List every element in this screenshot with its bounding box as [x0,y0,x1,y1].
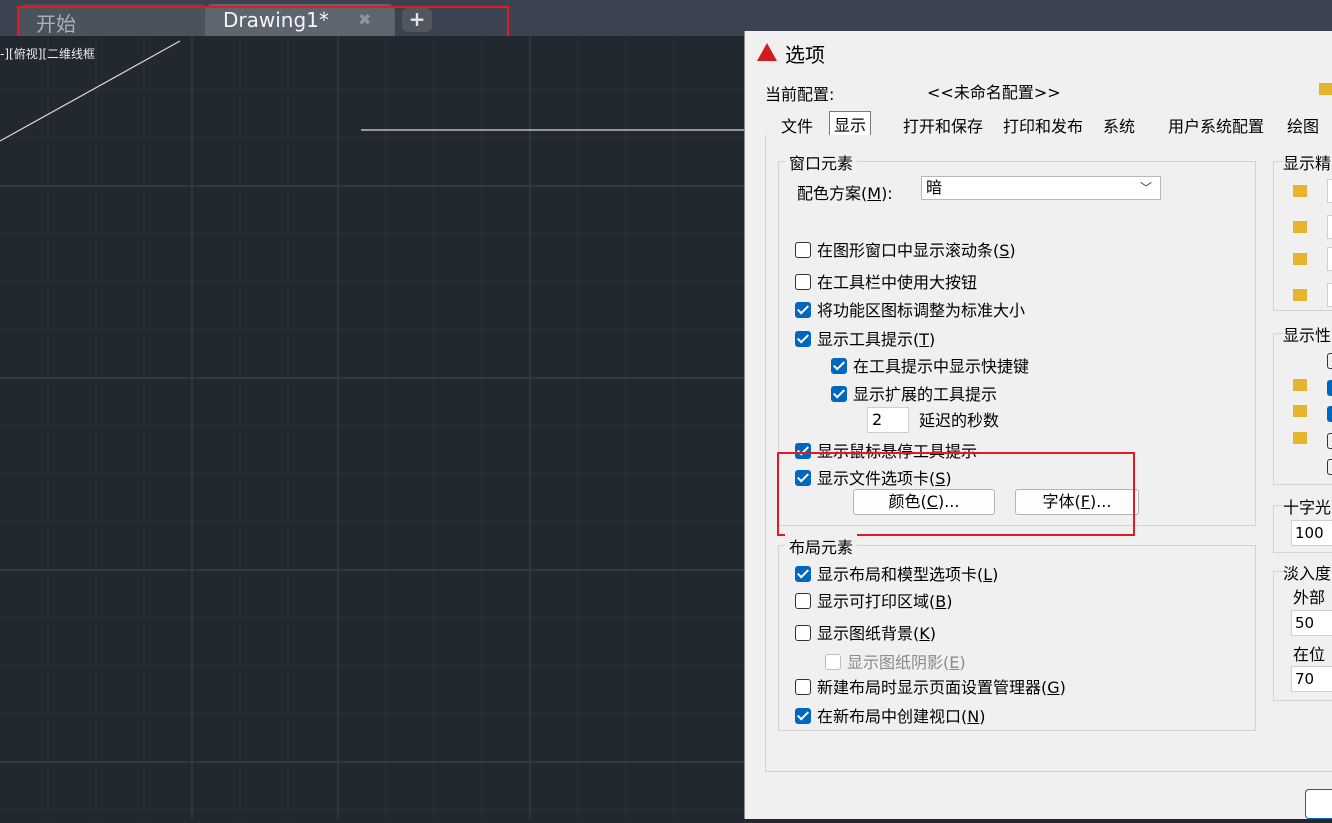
checkbox-box [825,654,841,670]
drawing-setting-icon [1293,185,1307,197]
tab-system[interactable]: 系统 [1103,113,1135,136]
checkbox-box[interactable] [795,331,811,347]
checkbox-box[interactable] [795,593,811,609]
performance-checkbox[interactable] [1327,433,1332,449]
options-dialog: 选项 当前配置: <<未命名配置>> 文件 显示 打开和保存 打印和发布 系统 … [744,31,1332,819]
resolution-input[interactable] [1327,247,1332,271]
drawing-setting-icon [1293,253,1307,265]
checkbox-show-tooltips[interactable]: 显示工具提示(T) [795,326,935,350]
tab-open-save[interactable]: 打开和保存 [903,113,983,136]
drawing-setting-icon [1293,379,1307,391]
tab-plot-publish[interactable]: 打印和发布 [1003,113,1083,136]
current-profile-value: <<未命名配置>> [927,83,1061,102]
layout-elements-title: 布局元素 [785,534,858,558]
checkbox-printable-area[interactable]: 显示可打印区域(B) [795,588,952,612]
performance-checkbox[interactable] [1327,459,1332,475]
dialog-title: 选项 [785,43,825,67]
autocad-logo-icon [757,43,777,61]
display-performance-title: 显示性 [1283,322,1332,346]
color-scheme-value: 暗 [926,178,943,197]
performance-checkbox[interactable] [1327,406,1332,422]
viewport-controls-label[interactable]: -][俯视][二维线框 [0,45,95,62]
drawing-profile-icon [1319,83,1332,95]
tab-display[interactable]: 显示 [829,111,872,136]
tooltip-delay-label: 延迟的秒数 [919,411,1000,430]
checkbox-box[interactable] [831,386,847,402]
drawing-setting-icon [1293,289,1307,301]
checkbox-page-setup-manager[interactable]: 新建布局时显示页面设置管理器(G) [795,674,1066,698]
checkbox-box[interactable] [795,625,811,641]
window-elements-title: 窗口元素 [785,150,858,174]
drawing-setting-icon [1293,405,1307,417]
color-scheme-label: 配色方案(M): [797,184,893,203]
current-profile-label: 当前配置: [765,85,835,104]
checkbox-box[interactable] [795,566,811,582]
chevron-down-icon: ﹀ [1139,181,1152,195]
fade-control-title: 淡入度 [1283,560,1332,584]
resolution-input[interactable] [1327,215,1332,239]
tooltip-delay-input[interactable]: 2 [867,407,909,433]
checkbox-large-buttons[interactable]: 在工具栏中使用大按钮 [795,269,977,293]
drawing-setting-icon [1293,221,1307,233]
checkbox-create-viewport[interactable]: 在新布局中创建视口(N) [795,703,985,727]
tab-drafting[interactable]: 绘图 [1287,113,1319,136]
checkbox-box[interactable] [795,274,811,290]
ok-button[interactable] [1305,789,1332,819]
checkbox-shortcut-keys-in-tooltips[interactable]: 在工具提示中显示快捷键 [831,353,1029,377]
performance-checkbox[interactable] [1327,380,1332,396]
color-scheme-select[interactable]: 暗 ﹀ [921,176,1161,200]
checkbox-box[interactable] [795,679,811,695]
resolution-input[interactable] [1327,179,1332,203]
checkbox-box[interactable] [831,358,847,374]
xref-fade-input[interactable]: 50 [1291,610,1332,636]
crosshair-size-title: 十字光 [1283,494,1332,518]
canvas-grid [0,36,744,819]
checkbox-extended-tooltips[interactable]: 显示扩展的工具提示 [831,381,997,405]
checkbox-box[interactable] [795,242,811,258]
checkbox-layout-model-tabs[interactable]: 显示布局和模型选项卡(L) [795,561,998,585]
checkbox-box[interactable] [795,708,811,724]
inplace-fade-input[interactable]: 70 [1291,666,1332,692]
crosshair-size-input[interactable]: 100 [1291,520,1332,546]
display-resolution-title: 显示精 [1283,150,1332,174]
checkbox-resize-ribbon-icons[interactable]: 将功能区图标调整为标准大小 [795,297,1025,321]
drawing-canvas[interactable] [0,36,744,819]
tab-user-preferences[interactable]: 用户系统配置 [1168,113,1264,136]
highlight-box-file-tabs-option [777,452,1135,536]
checkbox-box[interactable] [795,302,811,318]
tab-files[interactable]: 文件 [781,113,813,136]
checkbox-paper-shadow: 显示图纸阴影(E) [825,649,966,673]
checkbox-paper-background[interactable]: 显示图纸背景(K) [795,620,936,644]
drawing-setting-icon [1293,432,1307,444]
resolution-input[interactable] [1327,283,1332,307]
checkbox-scrollbars[interactable]: 在图形窗口中显示滚动条(S) [795,237,1016,261]
performance-checkbox[interactable] [1327,353,1332,369]
options-tab-strip: 文件 显示 打开和保存 打印和发布 系统 用户系统配置 绘图 [765,111,1332,136]
